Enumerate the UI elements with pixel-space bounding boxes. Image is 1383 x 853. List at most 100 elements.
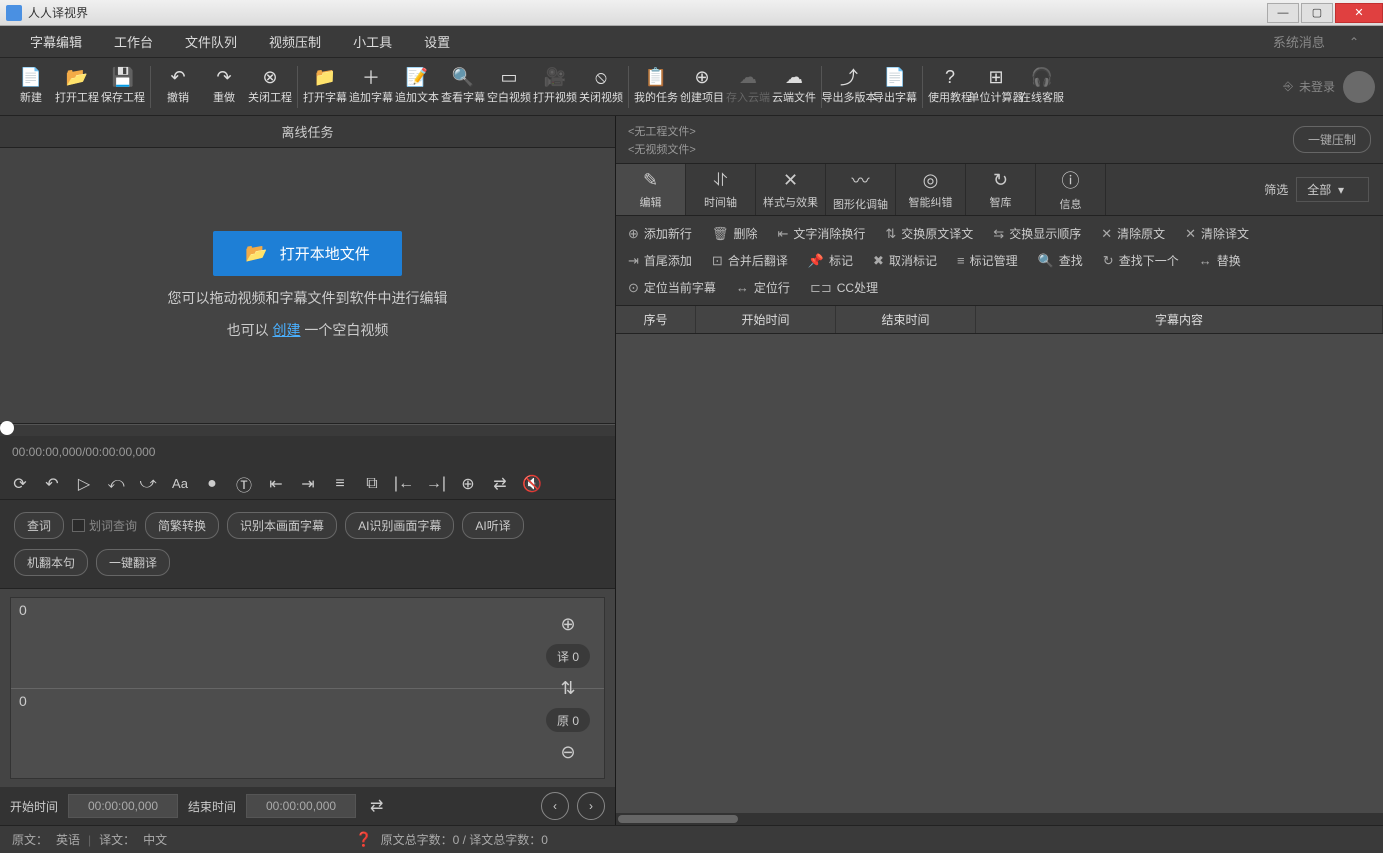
login-status[interactable]: ⎆ 未登录 [1283, 78, 1335, 95]
action-add-row[interactable]: ⊕添加新行 [626, 223, 694, 244]
toolbar-close-project[interactable]: ⊗关闭工程 [247, 61, 293, 113]
editor-original-box[interactable]: 0 [11, 689, 604, 779]
toolbar-export-subtitle[interactable]: 📄导出字幕 [872, 61, 918, 113]
action-merge-translate[interactable]: ⊡合并后翻译 [710, 250, 790, 271]
skip-fwd-icon[interactable]: ⤻ [136, 472, 160, 496]
subtab-style[interactable]: ✕样式与效果 [756, 164, 826, 215]
minimize-button[interactable]: — [1267, 3, 1299, 23]
prev-subtitle-button[interactable]: ‹ [541, 792, 569, 820]
drop-zone[interactable]: 📂 打开本地文件 您可以拖动视频和字幕文件到软件中进行编辑 也可以 创建 一个空… [0, 148, 615, 424]
action-swap-orig-trans[interactable]: ⇅交换原文译文 [883, 223, 975, 244]
align-icon[interactable]: ≡ [328, 472, 352, 496]
toolbar-new[interactable]: 📄新建 [8, 61, 54, 113]
zoom-out-icon[interactable]: ⊖ [546, 740, 590, 764]
menu-0[interactable]: 字幕编辑 [14, 26, 98, 57]
subtab-smart-correct[interactable]: ◎智能纠错 [896, 164, 966, 215]
subtab-timeline[interactable]: ⥯时间轴 [686, 164, 756, 215]
volume-icon[interactable]: 🔇 [520, 472, 544, 496]
user-avatar[interactable] [1343, 71, 1375, 103]
toolbar-support[interactable]: 🎧在线客服 [1019, 61, 1065, 113]
subtab-edit[interactable]: ✎编辑 [616, 164, 686, 215]
close-button[interactable]: ✕ [1335, 3, 1383, 23]
toolbar-redo[interactable]: ↷重做 [201, 61, 247, 113]
split-icon[interactable]: ⧉ [360, 472, 384, 496]
toolbar-save-cloud[interactable]: ☁存入云端 [725, 61, 771, 113]
action-clear-orig[interactable]: ✕清除原文 [1099, 223, 1167, 244]
action-locate-row[interactable]: ↔定位行 [734, 277, 792, 298]
action-swap-order[interactable]: ⇆交换显示顺序 [991, 223, 1083, 244]
create-blank-link[interactable]: 创建 [273, 322, 301, 338]
translation-badge[interactable]: 译 0 [546, 644, 590, 668]
clock-icon[interactable]: ● [200, 472, 224, 496]
toolbar-blank-video[interactable]: ▭空白视频 [486, 61, 532, 113]
action-unmark[interactable]: ✖取消标记 [871, 250, 939, 271]
skip-back-icon[interactable]: ⤺ [104, 472, 128, 496]
toolbar-calculator[interactable]: ⊞单位计算器 [973, 61, 1019, 113]
toolbar-create-project[interactable]: ⊕创建项目 [679, 61, 725, 113]
pill-AI听译[interactable]: AI听译 [462, 512, 523, 539]
timeline-handle[interactable] [0, 421, 14, 435]
one-click-compress-button[interactable]: 一键压制 [1293, 126, 1371, 153]
next-subtitle-button[interactable]: › [577, 792, 605, 820]
end-time-input[interactable] [246, 794, 356, 818]
swap-icon[interactable]: ⇄ [370, 796, 383, 816]
swap-vertical-icon[interactable]: ⇅ [546, 676, 590, 700]
toolbar-close-video[interactable]: ⦸关闭视频 [578, 61, 624, 113]
action-find[interactable]: 🔍查找 [1036, 250, 1085, 271]
menu-4[interactable]: 小工具 [337, 26, 408, 57]
action-mark-manage[interactable]: ≡标记管理 [955, 250, 1020, 271]
action-remove-break[interactable]: ⇤文字消除换行 [775, 223, 867, 244]
system-messages[interactable]: 系统消息 [1259, 26, 1339, 57]
toolbar-export-multi[interactable]: ⤴导出多版本 [826, 61, 872, 113]
toolbar-append-subtitle[interactable]: ＋追加字幕 [348, 61, 394, 113]
subtab-info[interactable]: ⓘ信息 [1036, 164, 1106, 215]
action-clear-trans[interactable]: ✕清除译文 [1183, 223, 1251, 244]
editor-translation-box[interactable]: 0 [11, 598, 604, 689]
filter-select[interactable]: 全部 ▾ [1296, 177, 1369, 202]
toolbar-cloud-file[interactable]: ☁云端文件 [771, 61, 817, 113]
pill-查词[interactable]: 查词 [14, 512, 64, 539]
word-lookup-checkbox[interactable] [72, 519, 85, 532]
action-add-head-tail[interactable]: ⇥首尾添加 [626, 250, 694, 271]
next-icon[interactable]: →| [424, 472, 448, 496]
text-icon[interactable]: Ⓣ [232, 472, 256, 496]
menu-1[interactable]: 工作台 [98, 26, 169, 57]
subtab-graph-adjust[interactable]: 〰图形化调轴 [826, 164, 896, 215]
pill-简繁转换[interactable]: 简繁转换 [145, 512, 219, 539]
target-icon[interactable]: ⊕ [456, 472, 480, 496]
maximize-button[interactable]: ▢ [1301, 3, 1333, 23]
menu-2[interactable]: 文件队列 [169, 26, 253, 57]
prev-icon[interactable]: |← [392, 472, 416, 496]
start-time-input[interactable] [68, 794, 178, 818]
toolbar-open-subtitle[interactable]: 📁打开字幕 [302, 61, 348, 113]
open-local-file-button[interactable]: 📂 打开本地文件 [213, 231, 401, 276]
toolbar-undo[interactable]: ↶撤销 [155, 61, 201, 113]
font-icon[interactable]: Aa [168, 472, 192, 496]
rewind-icon[interactable]: ↶ [40, 472, 64, 496]
indent-icon[interactable]: ⇤ [264, 472, 288, 496]
action-locate-current[interactable]: ⊙定位当前字幕 [626, 277, 718, 298]
action-replace[interactable]: ↔替换 [1197, 250, 1243, 271]
action-mark[interactable]: 📌标记 [806, 250, 855, 271]
toolbar-open-video[interactable]: 🎥打开视频 [532, 61, 578, 113]
menu-3[interactable]: 视频压制 [253, 26, 337, 57]
action-find-next[interactable]: ↻查找下一个 [1101, 250, 1181, 271]
menu-5[interactable]: 设置 [408, 26, 466, 57]
pill-机翻本句[interactable]: 机翻本句 [14, 549, 88, 576]
chevron-up-icon[interactable]: ⌃ [1339, 35, 1369, 49]
refresh-icon[interactable]: ⟳ [8, 472, 32, 496]
loop-icon[interactable]: ⇄ [488, 472, 512, 496]
original-badge[interactable]: 原 0 [546, 708, 590, 732]
action-delete[interactable]: 🗑删除 [710, 223, 760, 244]
pill-识别本画面字幕[interactable]: 识别本画面字幕 [227, 512, 337, 539]
pill-AI识别画面字幕[interactable]: AI识别画面字幕 [345, 512, 454, 539]
action-cc-process[interactable]: ⊏⊐CC处理 [808, 277, 880, 298]
video-timeline[interactable] [0, 424, 615, 436]
toolbar-open-project[interactable]: 📂打开工程 [54, 61, 100, 113]
toolbar-save-project[interactable]: 💾保存工程 [100, 61, 146, 113]
play-icon[interactable]: ▷ [72, 472, 96, 496]
outdent-icon[interactable]: ⇥ [296, 472, 320, 496]
horizontal-scrollbar[interactable] [616, 813, 1383, 825]
subtab-knowledge[interactable]: ↻智库 [966, 164, 1036, 215]
pill-一键翻译[interactable]: 一键翻译 [96, 549, 170, 576]
